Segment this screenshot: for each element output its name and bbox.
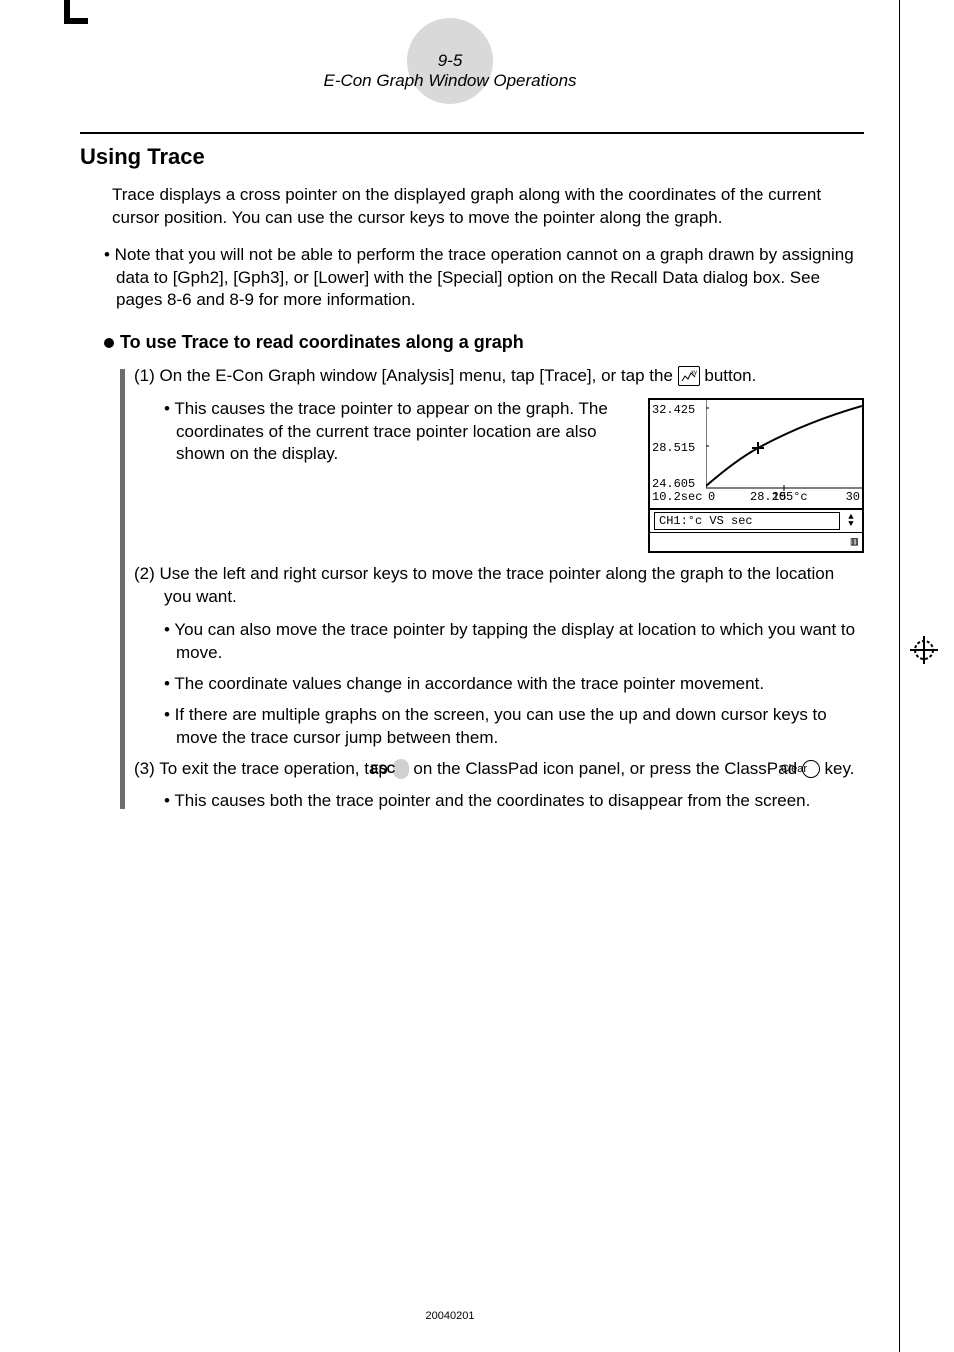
cursor-y-label: 28.205°c (750, 489, 808, 505)
step-3: (3) To exit the trace operation, tap ESC… (134, 758, 864, 781)
step-3-suffix: key. (824, 759, 854, 778)
graph-line-icon (706, 400, 862, 492)
step-1-prefix: (1) On the E-Con Graph window [Analysis]… (134, 366, 678, 385)
step-3-bullet-1: • This causes both the trace pointer and… (164, 790, 864, 813)
step-1: (1) On the E-Con Graph window [Analysis]… (134, 365, 864, 388)
step-2-bullet-2: • The coordinate values change in accord… (164, 673, 864, 696)
x-tick-2: 30 (846, 489, 860, 505)
procedure-bar (120, 369, 125, 810)
footer-code: 20040201 (0, 1309, 900, 1324)
graph-figure: 32.425 28.515 24.605 0 15 30 10.2sec 28.… (648, 398, 864, 553)
heading-rule (80, 132, 864, 134)
battery-icon: ▥ (650, 532, 862, 551)
heading-using-trace: Using Trace (80, 142, 864, 172)
intro-paragraph: Trace displays a cross pointer on the di… (112, 184, 864, 230)
x-tick-0: 0 (708, 489, 715, 505)
step-2: (2) Use the left and right cursor keys t… (134, 563, 864, 609)
svg-text:xy: xy (691, 370, 697, 376)
section-title: E-Con Graph Window Operations (0, 70, 900, 93)
step-3-mid: on the ClassPad icon panel, or press the… (413, 759, 801, 778)
graph-status: CH1:°c VS sec (654, 512, 840, 530)
scroll-arrows-icon: ▲▼ (844, 514, 858, 528)
step-3-prefix: (3) To exit the trace operation, tap (134, 759, 393, 778)
note-paragraph: • Note that you will not be able to perf… (104, 244, 864, 313)
esc-icon: ESC (393, 759, 409, 779)
sub-heading-text: To use Trace to read coordinates along a… (120, 330, 524, 354)
y-tick-0: 32.425 (652, 402, 695, 418)
registration-mark-icon (910, 636, 938, 664)
trace-button-icon: xy (678, 366, 700, 386)
bullet-icon (104, 338, 114, 348)
step-2-bullet-3: • If there are multiple graphs on the sc… (164, 704, 864, 750)
page-header: 9-5 E-Con Graph Window Operations (0, 18, 900, 93)
page-rule (899, 0, 900, 1352)
step-1-suffix: button. (704, 366, 756, 385)
sub-heading: To use Trace to read coordinates along a… (104, 330, 864, 354)
step-1-bullet: • This causes the trace pointer to appea… (164, 398, 634, 467)
clear-key-icon: Clear (802, 760, 820, 778)
step-2-bullet-1: • You can also move the trace pointer by… (164, 619, 864, 665)
cursor-x-label: 10.2sec (652, 489, 702, 505)
y-tick-1: 28.515 (652, 440, 695, 456)
